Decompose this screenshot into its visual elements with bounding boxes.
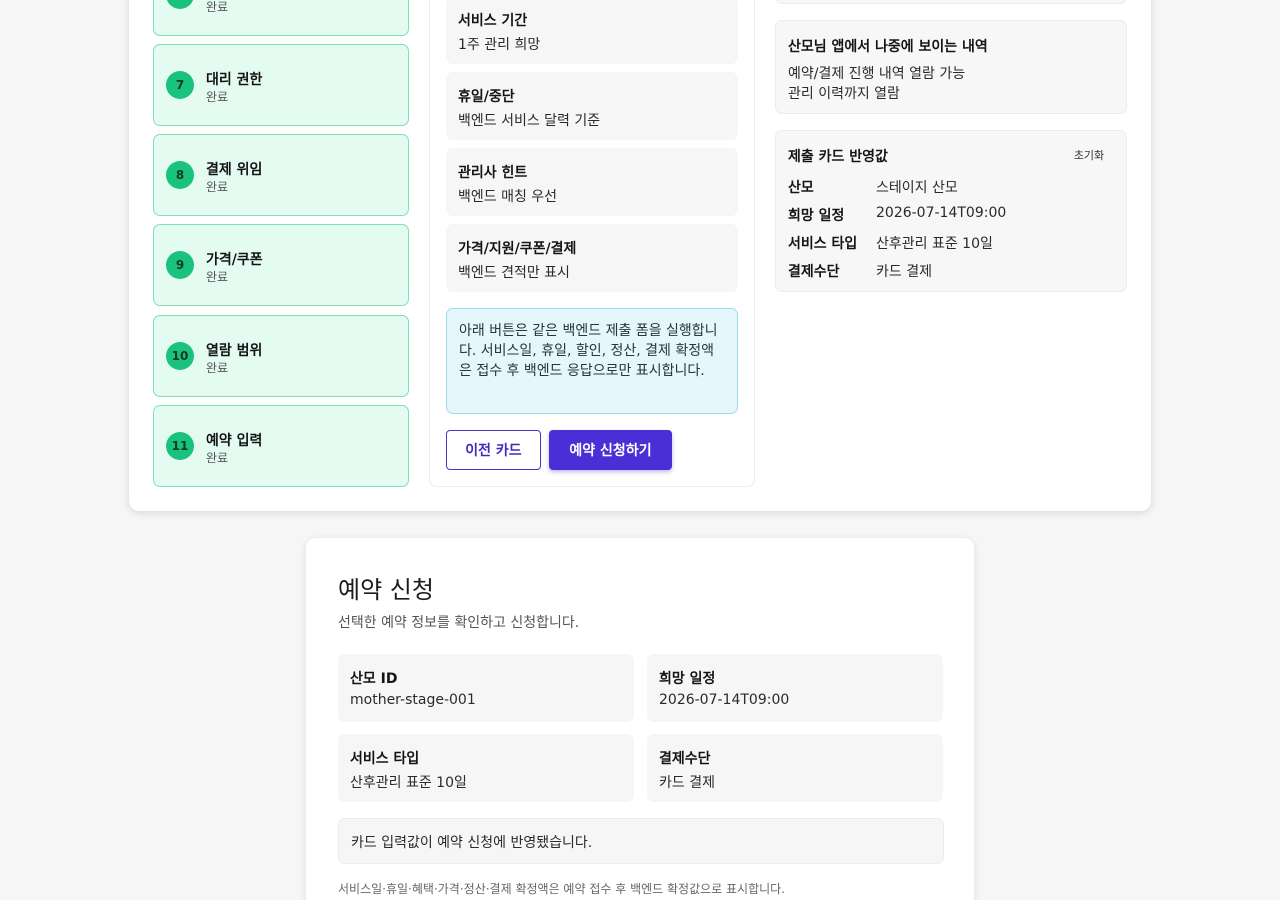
step-card-8[interactable]: 8 결제 위임 완료 [153,134,409,216]
visible-history-line: 예약/결제 진행 내역 열람 가능 [788,66,966,82]
reservation-panel: 예약 신청 선택한 예약 정보를 확인하고 신청합니다. 산모 ID mothe… [305,537,975,900]
step-title: 결제 위임 [206,162,263,178]
right-top-box [775,0,1127,4]
value-key: 서비스 타입 [788,236,858,252]
field-label: 결제수단 [659,751,711,767]
field-label: 희망 일정 [659,671,716,687]
step-number: 11 [166,432,194,460]
service-period-card: 서비스 기간 1주 관리 희망 [446,0,738,64]
value-text: 2026-07-14T09:00 [876,205,1007,221]
reservation-title: 예약 신청 [338,576,434,604]
field-value: 2026-07-14T09:00 [659,692,790,708]
card-label: 휴일/중단 [458,89,515,105]
card-label: 가격/지원/쿠폰/결제 [458,241,577,257]
value-text: 카드 결제 [876,264,932,280]
step-status: 완료 [206,180,229,194]
mother-id-field: 산모 ID mother-stage-001 [338,654,634,722]
previous-card-button[interactable]: 이전 카드 [446,430,541,470]
service-type-field: 서비스 타입 산후관리 표준 10일 [338,734,634,802]
card-value: 백엔드 매칭 우선 [458,189,558,205]
reflect-message: 카드 입력값이 예약 신청에 반영됐습니다. [338,818,944,864]
holiday-card: 휴일/중단 백엔드 서비스 달력 기준 [446,72,738,140]
step-status: 완료 [206,361,229,375]
field-label: 서비스 타입 [350,751,420,767]
step-title: 예약 입력 [206,433,263,449]
step-status: 완료 [206,0,229,14]
step-title: 대리 권한 [206,72,263,88]
reservation-submit-button[interactable]: 예약 신청하기 [549,430,672,470]
step-title: 가격/쿠폰 [206,252,263,268]
value-key: 결제수단 [788,264,840,280]
step-number: 8 [166,161,194,189]
field-label: 산모 ID [350,671,398,687]
step-card-10[interactable]: 10 열람 범위 완료 [153,315,409,397]
card-value: 1주 관리 희망 [458,37,541,53]
price-card: 가격/지원/쿠폰/결제 백엔드 견적만 표시 [446,224,738,292]
field-value: 산후관리 표준 10일 [350,775,467,791]
step-card-7[interactable]: 7 대리 권한 완료 [153,44,409,126]
card-value: 백엔드 서비스 달력 기준 [458,113,601,129]
payment-method-field: 결제수단 카드 결제 [647,734,943,802]
visible-history-box: 산모님 앱에서 나중에 보이는 내역 예약/결제 진행 내역 열람 가능 관리 … [775,20,1127,114]
manager-hint-card: 관리사 힌트 백엔드 매칭 우선 [446,148,738,216]
step-number [166,0,194,9]
step-number: 10 [166,342,194,370]
step-card-11[interactable]: 11 예약 입력 완료 [153,405,409,487]
submitted-values-box: 제출 카드 반영값 초기화 산모 스테이지 산모 희망 일정 2026-07-1… [775,130,1127,292]
visible-history-title: 산모님 앱에서 나중에 보이는 내역 [788,39,988,55]
step-number: 7 [166,71,194,99]
field-value: mother-stage-001 [350,692,476,708]
step-status: 완료 [206,270,229,284]
step-status: 완료 [206,451,229,465]
value-text: 스테이지 산모 [876,180,958,196]
confirmation-footnote: 서비스일·휴일·혜택·가격·정산·결제 확정액은 예약 접수 후 백엔드 확정값… [338,882,786,896]
value-text: 산후관리 표준 10일 [876,236,993,252]
value-key: 희망 일정 [788,208,845,224]
step-card-9[interactable]: 9 가격/쿠폰 완료 [153,224,409,306]
card-label: 서비스 기간 [458,13,528,29]
step-title: 열람 범위 [206,343,263,359]
desired-date-field: 희망 일정 2026-07-14T09:00 [647,654,943,722]
step-number: 9 [166,251,194,279]
card-label: 관리사 힌트 [458,165,528,181]
value-key: 산모 [788,180,814,196]
field-value: 카드 결제 [659,775,715,791]
card-value: 백엔드 견적만 표시 [458,265,570,281]
reset-button[interactable]: 초기화 [1064,144,1114,166]
visible-history-line: 관리 이력까지 열람 [788,86,900,102]
submit-notice: 아래 버튼은 같은 백엔드 제출 폼을 실행합니다. 서비스일, 휴일, 할인,… [446,308,738,414]
submitted-values-title: 제출 카드 반영값 [788,149,888,165]
reservation-subtitle: 선택한 예약 정보를 확인하고 신청합니다. [338,615,580,631]
step-card-6[interactable]: 완료 [153,0,409,36]
step-status: 완료 [206,90,229,104]
